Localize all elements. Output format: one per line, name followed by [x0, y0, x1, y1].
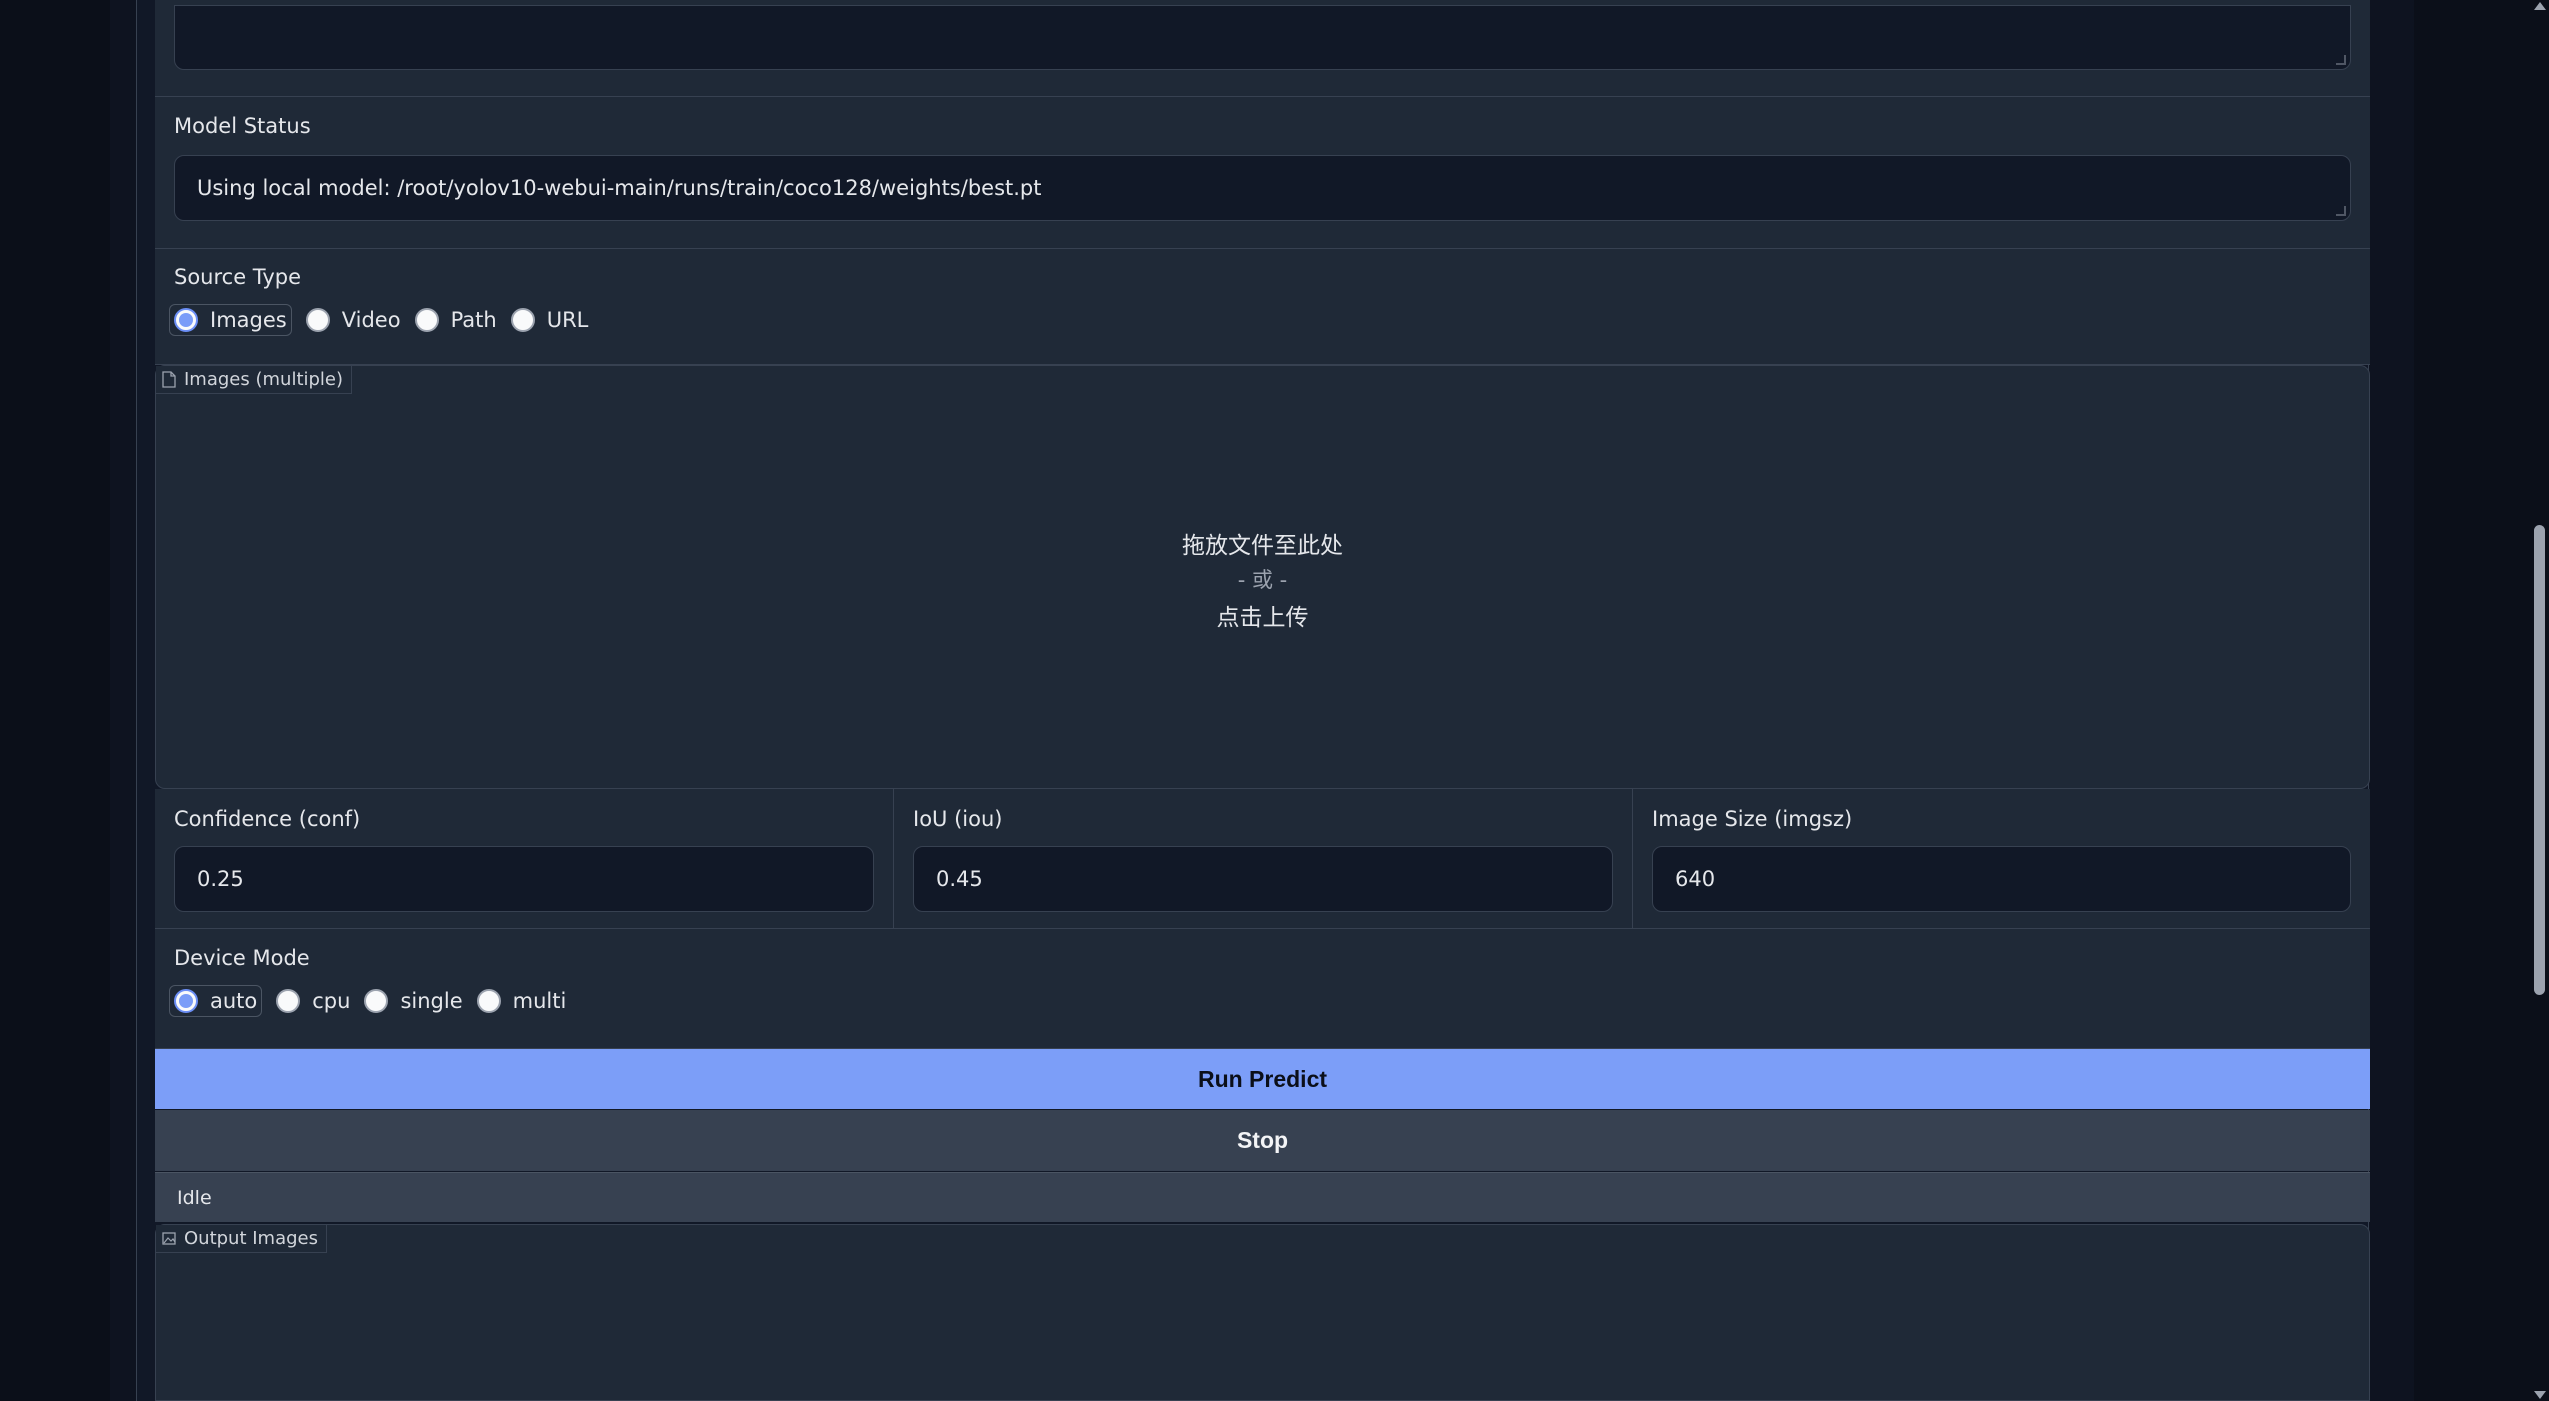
stop-button[interactable]: Stop — [155, 1110, 2370, 1171]
device-mode-option-single[interactable]: single — [364, 989, 463, 1013]
drop-hint-click[interactable]: 点击上传 — [156, 598, 2369, 632]
resize-grip-icon[interactable] — [2336, 55, 2346, 65]
radio-label: auto — [210, 989, 258, 1013]
drop-hint-or: - 或 - — [1237, 568, 1288, 592]
radio-checked-icon[interactable] — [174, 989, 198, 1013]
radio-unchecked-icon[interactable] — [364, 989, 389, 1013]
conf-value: 0.25 — [197, 867, 244, 891]
source-type-option-url[interactable]: URL — [510, 308, 589, 332]
radio-checked-icon[interactable] — [174, 308, 198, 332]
conf-input[interactable]: 0.25 — [174, 846, 874, 912]
radio-label: single — [400, 989, 463, 1013]
radio-unchecked-icon[interactable] — [476, 989, 501, 1013]
radio-unchecked-icon[interactable] — [414, 308, 439, 332]
imgsz-label: Image Size (imgsz) — [1652, 807, 1853, 831]
model-status-value: Using local model: /root/yolov10-webui-m… — [197, 176, 1042, 200]
page-scrollbar[interactable] — [2531, 0, 2549, 1401]
page-margin-right — [2369, 0, 2414, 1401]
page-margin-left — [110, 0, 136, 1401]
radio-label: Path — [450, 308, 497, 332]
iou-label: IoU (iou) — [913, 807, 1003, 831]
status-text: Idle — [155, 1172, 2370, 1222]
images-upload-dropzone[interactable]: Images (multiple) 拖放文件至此处 - 或 - 点击上传 — [155, 365, 2370, 789]
scrollbar-thumb[interactable] — [2534, 525, 2545, 995]
scroll-down-icon[interactable] — [2534, 1391, 2546, 1399]
output-images-tag: Output Images — [156, 1225, 327, 1253]
device-mode-block: Device Mode auto cpu single multi — [155, 929, 2370, 1049]
model-status-label: Model Status — [174, 114, 311, 138]
source-type-option-path[interactable]: Path — [414, 308, 497, 332]
source-type-block: Source Type Images Video Path URL — [155, 249, 2370, 365]
source-type-radio-group: Images Video Path URL — [169, 304, 602, 336]
run-predict-button[interactable]: Run Predict — [155, 1049, 2370, 1109]
iou-input[interactable]: 0.45 — [913, 846, 1613, 912]
device-mode-option-cpu[interactable]: cpu — [276, 989, 350, 1013]
radio-unchecked-icon[interactable] — [305, 308, 330, 332]
device-mode-label: Device Mode — [174, 946, 310, 970]
radio-label: multi — [512, 989, 567, 1013]
radio-label: Video — [341, 308, 401, 332]
imgsz-input[interactable]: 640 — [1652, 846, 2351, 912]
radio-unchecked-icon[interactable] — [276, 989, 301, 1013]
radio-label: URL — [546, 308, 589, 332]
device-mode-option-multi[interactable]: multi — [476, 989, 567, 1013]
previous-textbox-block — [155, 0, 2370, 97]
file-icon — [162, 371, 176, 388]
page-gutter-right — [2414, 0, 2531, 1401]
radio-unchecked-icon[interactable] — [510, 308, 535, 332]
output-images-tag-label: Output Images — [184, 1228, 318, 1249]
model-status-field[interactable]: Using local model: /root/yolov10-webui-m… — [174, 155, 2351, 221]
previous-textbox[interactable] — [174, 5, 2351, 70]
source-type-label: Source Type — [174, 265, 302, 289]
imgsz-block: Image Size (imgsz) 640 — [1633, 789, 2370, 929]
page-gutter-left — [0, 0, 110, 1401]
images-upload-tag: Images (multiple) — [156, 366, 353, 394]
iou-value: 0.45 — [936, 867, 983, 891]
radio-label: cpu — [312, 989, 351, 1013]
conf-block: Confidence (conf) 0.25 — [155, 789, 894, 929]
device-mode-option-auto[interactable]: auto — [169, 985, 263, 1017]
iou-block: IoU (iou) 0.45 — [894, 789, 1633, 929]
source-type-option-video[interactable]: Video — [305, 308, 401, 332]
scroll-up-icon[interactable] — [2534, 2, 2546, 10]
model-status-block: Model Status Using local model: /root/yo… — [155, 97, 2370, 249]
source-type-option-images[interactable]: Images — [169, 304, 292, 336]
device-mode-radio-group: auto cpu single multi — [169, 985, 580, 1017]
drop-hint-primary: 拖放文件至此处 — [1182, 533, 1343, 559]
conf-label: Confidence (conf) — [174, 807, 361, 831]
radio-label: Images — [210, 308, 287, 332]
imgsz-value: 640 — [1675, 867, 1716, 891]
image-icon — [162, 1232, 176, 1245]
images-upload-tag-label: Images (multiple) — [184, 369, 344, 390]
output-images-gallery: Output Images — [155, 1224, 2370, 1401]
resize-grip-icon[interactable] — [2336, 206, 2346, 216]
